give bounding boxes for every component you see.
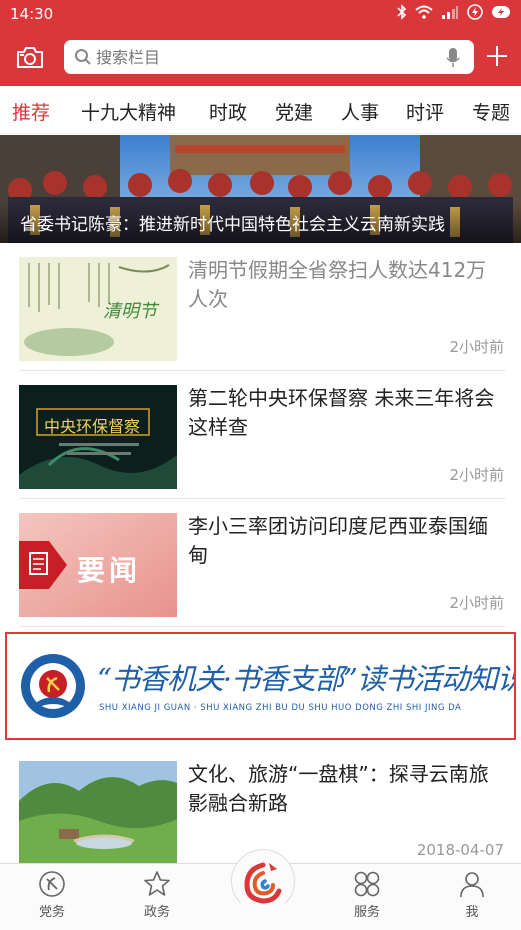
microphone-icon[interactable] (446, 48, 460, 68)
environment-thumbnail-image (19, 385, 177, 489)
news-time: 2小时前 (449, 466, 504, 484)
news-time: 2小时前 (449, 338, 504, 356)
news-title: 第二轮中央环保督察 未来三年将会这样查 (188, 386, 495, 439)
tab-19th-congress[interactable]: 十九大精神 (81, 98, 176, 125)
star-icon (144, 871, 170, 896)
status-bar: 14:30 (0, 0, 521, 28)
news-title: 李小三率团访问印度尼西亚泰国缅甸 (188, 514, 488, 567)
tabbar-label: 政务 (143, 905, 170, 920)
party-emblem-icon (39, 871, 65, 897)
user-icon (460, 872, 484, 898)
tabbar-party-affairs[interactable]: 党务 (22, 870, 82, 920)
plus-icon (487, 46, 507, 66)
banner-emblem-icon (21, 654, 85, 718)
tab-party-building[interactable]: 党建 (275, 98, 313, 125)
news-item[interactable]: 清明节 清明节假期全省祭扫人数达412万人次 2小时前 (19, 243, 506, 371)
app-header: 14:30 (0, 0, 521, 86)
thumb-label: 中央环保督察 (44, 417, 141, 436)
search-icon (75, 49, 91, 65)
hero-caption-text: 省委书记陈豪：推进新时代中国特色社会主义云南新实践 (20, 215, 445, 235)
signal-icon (442, 6, 458, 19)
tab-special[interactable]: 专题 (472, 98, 510, 125)
news-thumbnail: 要闻 (19, 513, 177, 617)
data-icon (467, 4, 483, 20)
news-time: 2018-04-07 (416, 841, 504, 859)
category-tabs: 推荐 十九大精神 时政 党建 人事 时评 专题 (0, 86, 521, 134)
thumb-label: 要闻 (77, 554, 142, 587)
add-button[interactable] (483, 42, 511, 70)
status-time: 14:30 (10, 5, 54, 23)
banner-title: “书香机关·书香支部”读书活动知识竞答 (97, 662, 514, 696)
wifi-icon (415, 5, 433, 19)
tab-politics[interactable]: 时政 (209, 98, 247, 125)
tab-recommend[interactable]: 推荐 (12, 98, 50, 125)
tab-personnel[interactable]: 人事 (341, 98, 379, 125)
camera-button[interactable] (15, 42, 45, 72)
home-center-button[interactable] (231, 849, 295, 913)
tabbar-services[interactable]: 服务 (337, 870, 397, 920)
news-title: 清明节假期全省祭扫人数达412万人次 (188, 258, 487, 311)
news-item[interactable]: 要闻 李小三率团访问印度尼西亚泰国缅甸 2小时前 (19, 499, 506, 627)
tabbar-label: 我 (465, 905, 479, 920)
tab-commentary[interactable]: 时评 (406, 98, 444, 125)
news-thumbnail: 中央环保督察 (19, 385, 177, 489)
thumb-label: 清明节 (103, 301, 157, 322)
hero-carousel[interactable]: 省委书记陈豪：推进新时代中国特色社会主义云南新实践 (0, 135, 521, 243)
tabbar-me[interactable]: 我 (442, 870, 502, 920)
tabbar-label: 党务 (38, 905, 65, 920)
camera-icon (17, 47, 43, 68)
bluetooth-icon (397, 4, 407, 20)
news-time: 2小时前 (449, 594, 504, 612)
battery-icon (492, 6, 510, 18)
reading-contest-banner[interactable]: “书香机关·书香支部”读书活动知识竞答 SHU XIANG JI GUAN · … (5, 632, 516, 740)
hero-caption: 省委书记陈豪：推进新时代中国特色社会主义云南新实践 (0, 203, 521, 243)
search-box[interactable] (64, 40, 474, 74)
grid-icon (354, 871, 380, 897)
news-thumbnail (19, 761, 177, 865)
tourism-thumbnail-image (19, 761, 177, 865)
tabbar-label: 服务 (353, 905, 380, 920)
news-item[interactable]: 中央环保督察 第二轮中央环保督察 未来三年将会这样查 2小时前 (19, 371, 506, 499)
status-icons (397, 4, 511, 20)
search-input[interactable] (96, 40, 426, 74)
banner-subtitle: SHU XIANG JI GUAN · SHU XIANG ZHI BU DU … (99, 703, 462, 713)
app-logo-icon (244, 862, 282, 904)
news-thumbnail: 清明节 (19, 257, 177, 361)
tabbar-government-affairs[interactable]: 政务 (127, 870, 187, 920)
news-title: 文化、旅游“一盘棋”：探寻云南旅影融合新路 (188, 762, 489, 815)
